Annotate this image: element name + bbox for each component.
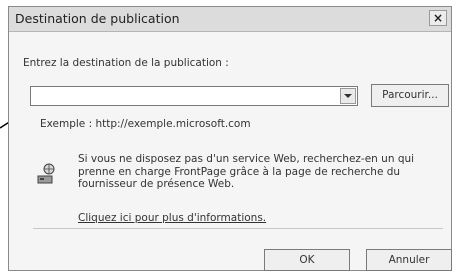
web-server-icon [37, 163, 55, 184]
divider [33, 228, 443, 229]
title-bar: Destination de publication × [9, 7, 451, 32]
close-button[interactable]: × [429, 10, 447, 26]
destination-combobox[interactable] [30, 86, 358, 106]
more-info-link[interactable]: Cliquez ici pour plus d'informations. [78, 212, 266, 224]
chevron-down-icon [344, 94, 352, 98]
cancel-button[interactable]: Annuler [366, 249, 452, 271]
dropdown-button[interactable] [340, 88, 356, 104]
info-text: Si vous ne disposez pas d'un service Web… [78, 153, 415, 190]
destination-label: Entrez la destination de la publication … [23, 57, 229, 69]
example-text: Exemple : http://exemple.microsoft.com [40, 118, 251, 130]
browse-button[interactable]: Parcourir... [371, 84, 449, 107]
destination-input[interactable] [34, 88, 334, 104]
publish-destination-dialog: Destination de publication × Entrez la d… [8, 6, 452, 271]
ok-button[interactable]: OK [264, 249, 350, 271]
dialog-title: Destination de publication [15, 11, 180, 26]
